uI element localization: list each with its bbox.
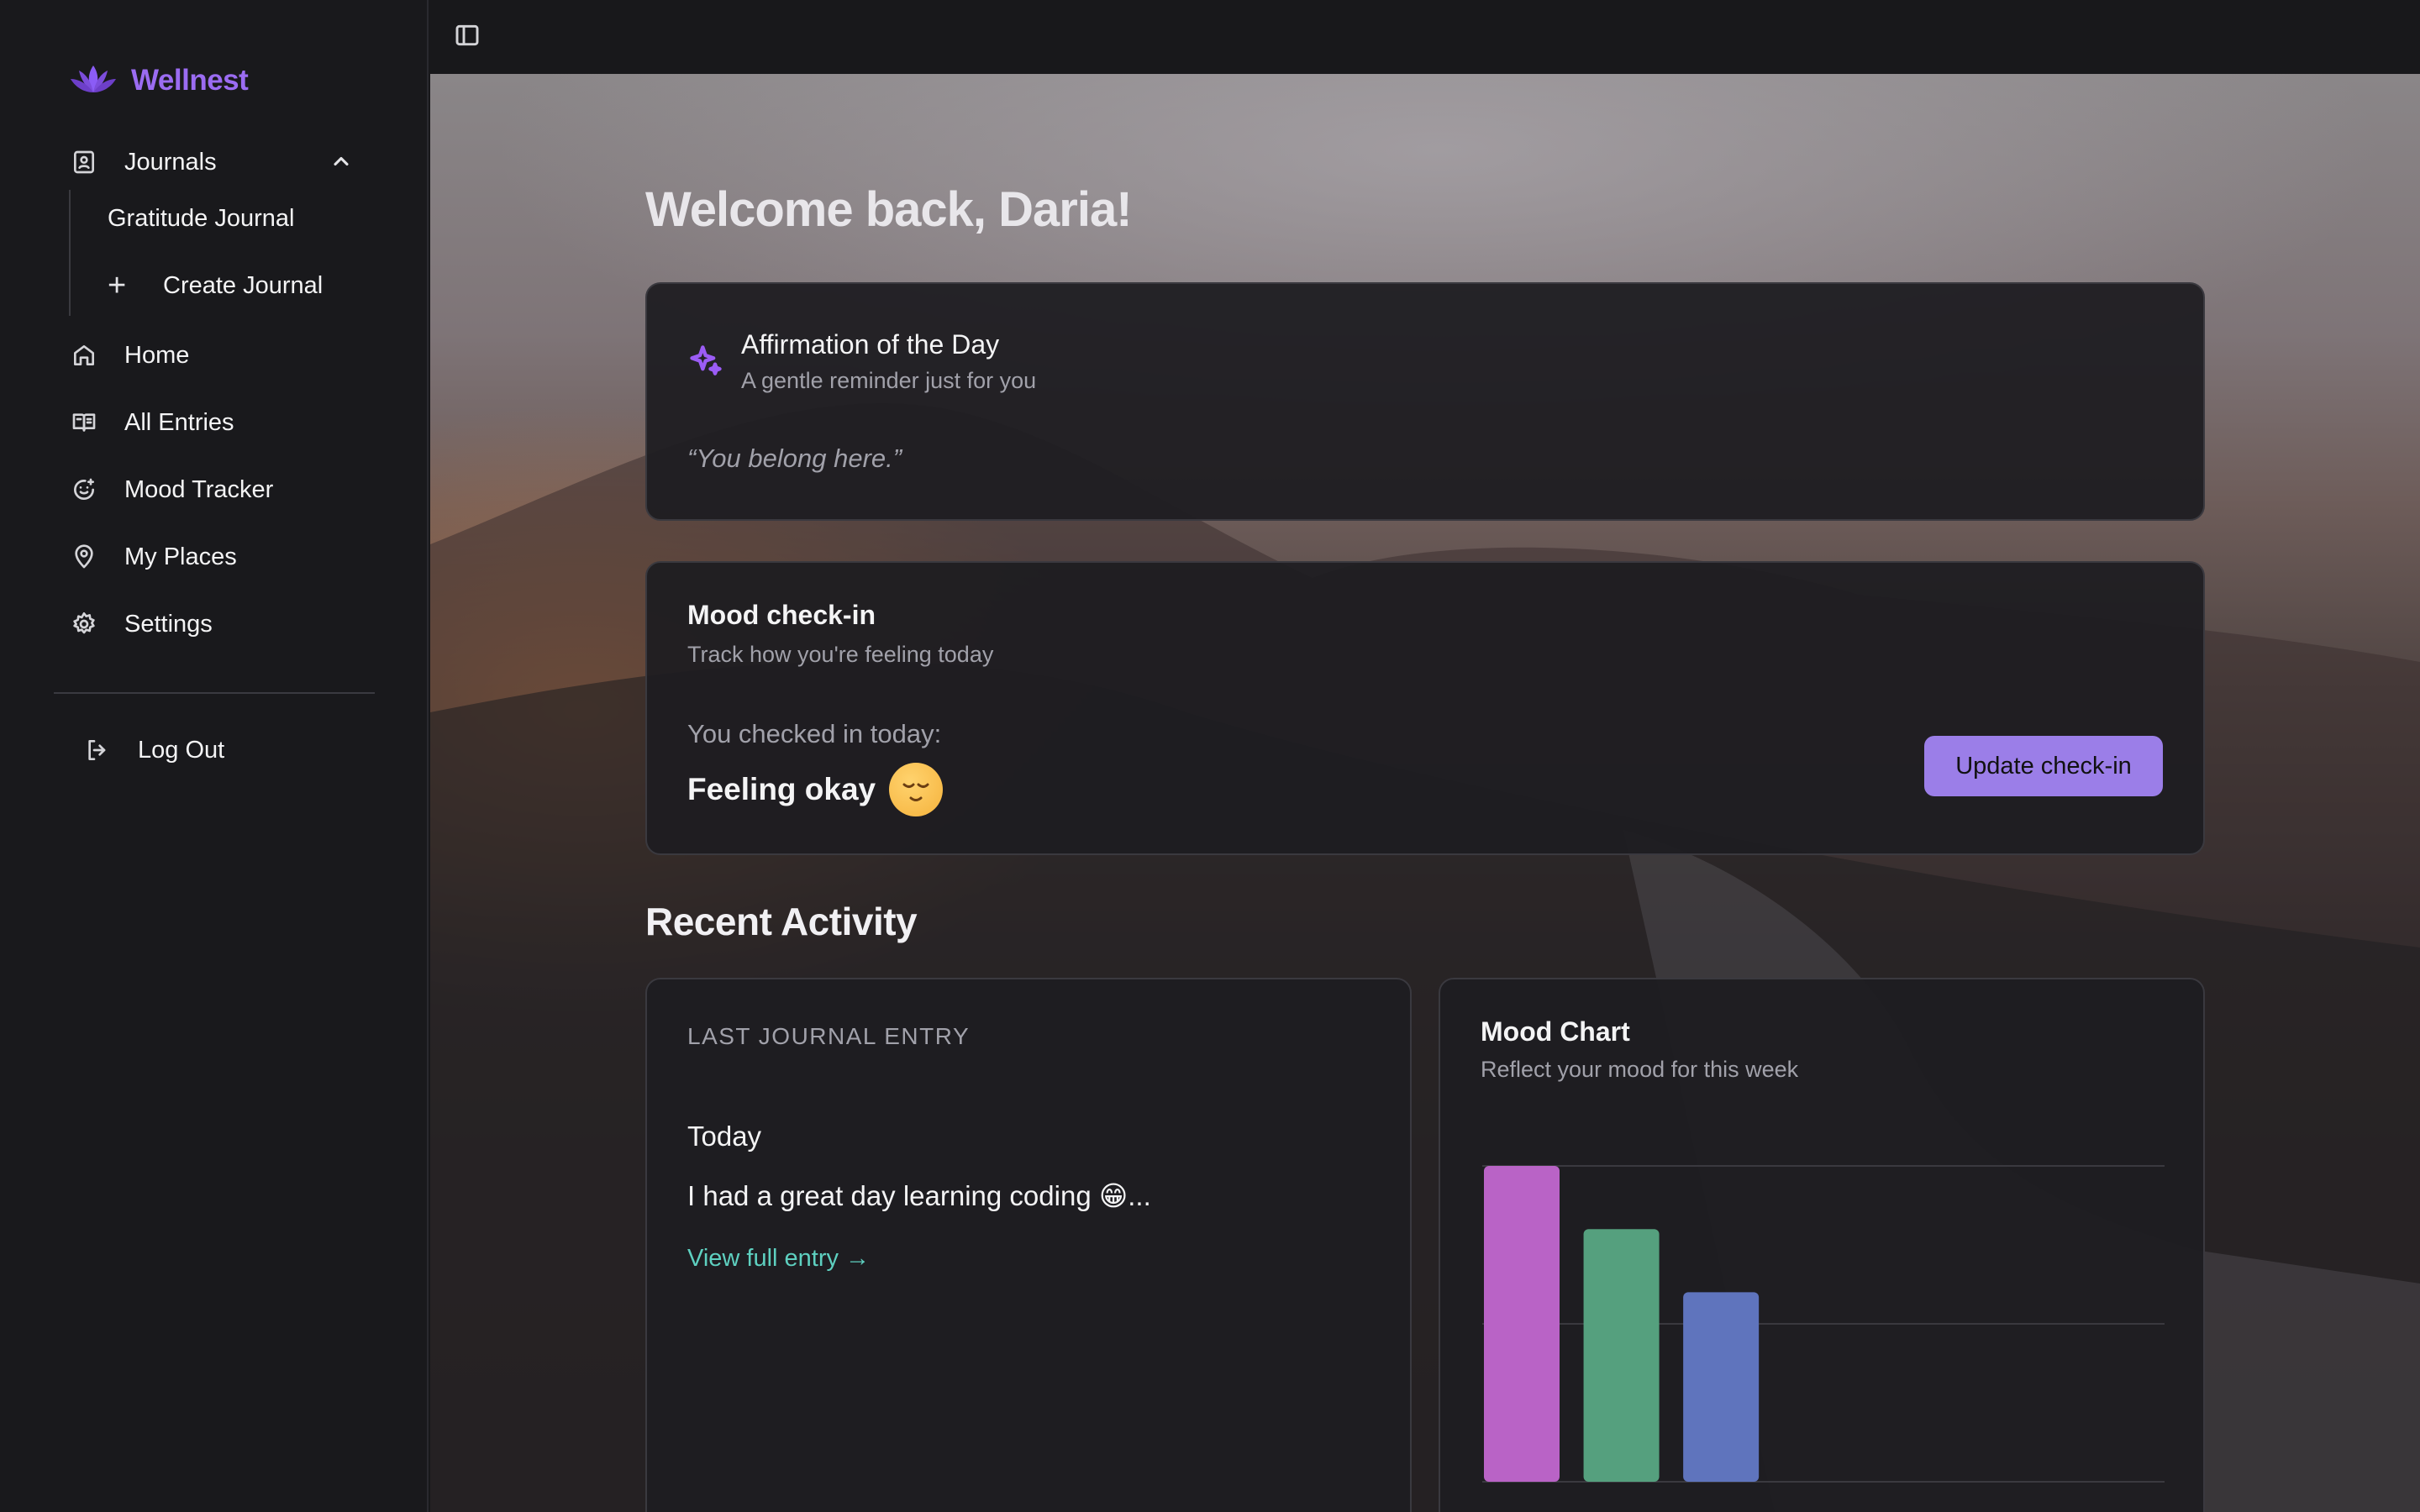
sidebar-item-home[interactable]: Home (71, 334, 189, 376)
create-journal-label: Create Journal (163, 271, 324, 299)
chart-bar-wed[interactable] (1683, 1292, 1760, 1482)
sidebar-divider (54, 692, 375, 694)
mood-icon (71, 473, 104, 507)
chevron-up-icon[interactable] (329, 150, 360, 180)
journal-icon (71, 145, 104, 179)
sidebar-item-label: Mood Tracker (124, 475, 274, 503)
view-full-entry-link[interactable]: View full entry → (687, 1245, 870, 1273)
affirmation-card: Affirmation of the Day A gentle reminder… (645, 282, 2205, 521)
last-entry-date: Today (687, 1121, 762, 1152)
sidebar-item-label: Home (124, 341, 190, 369)
mood-checkin-subtitle: Track how you're feeling today (687, 642, 994, 667)
mood-checkin-title: Mood check-in (687, 600, 876, 630)
last-entry-text: I had a great day learning coding 😁... (687, 1180, 1151, 1211)
sidebar-item-label: All Entries (124, 408, 234, 436)
mood-value-text: Feeling okay (687, 772, 876, 806)
map-pin-icon (71, 540, 104, 574)
affirmation-subtitle: A gentle reminder just for you (741, 368, 1037, 393)
mood-checkin-card: Mood check-in Track how you're feeling t… (645, 561, 2205, 855)
mood-status-label: You checked in today: (687, 719, 942, 748)
update-checkin-button[interactable]: Update check-in (1924, 736, 2163, 796)
sidebar-item-my-places[interactable]: My Places (71, 536, 237, 578)
gear-icon (71, 607, 104, 641)
sidebar-item-mood-tracker[interactable]: Mood Tracker (71, 469, 273, 511)
relieved-face-emoji-icon (889, 763, 944, 816)
sidebar-subitem-gratitude-journal[interactable]: Gratitude Journal (108, 200, 294, 237)
sidebar-item-settings[interactable]: Settings (71, 603, 213, 645)
plus-icon: + (108, 268, 127, 303)
sidebar-item-all-entries[interactable]: All Entries (71, 402, 234, 444)
mood-chart: MonTueWedThuFriSatSun (1482, 1165, 2165, 1483)
chart-bar-mon[interactable] (1484, 1166, 1560, 1482)
lotus-logo-icon (69, 60, 118, 102)
mood-chart-subtitle: Reflect your mood for this week (1481, 1057, 1799, 1082)
home-icon (71, 339, 104, 372)
brand-name: Wellnest (131, 64, 249, 97)
sidebar-item-label: Settings (124, 610, 213, 638)
submenu-line (69, 190, 71, 316)
last-entry-card: Last Journal Entry Today I had a great d… (645, 978, 1412, 1512)
mood-status: Feeling okay (687, 763, 944, 816)
top-bar (430, 0, 2420, 74)
sidebar-item-label: My Places (124, 543, 237, 570)
logout-label: Log Out (138, 736, 225, 764)
affirmation-quote: “You belong here.” (687, 444, 902, 473)
recent-activity-heading: Recent Activity (645, 900, 918, 943)
mood-chart-card: Mood Chart Reflect your mood for this we… (1439, 978, 2205, 1512)
book-open-icon (71, 406, 104, 439)
last-entry-heading: Last Journal Entry (687, 1023, 971, 1049)
sidebar-toggle-icon[interactable] (454, 22, 484, 52)
logout-button[interactable]: Log Out (84, 729, 224, 771)
welcome-heading: Welcome back, Daria! (645, 182, 1133, 237)
sidebar-item-journals[interactable]: Journals (71, 141, 217, 183)
logout-icon (84, 733, 118, 767)
brand[interactable]: Wellnest (69, 60, 249, 102)
mood-chart-title: Mood Chart (1481, 1016, 1630, 1047)
chart-bar-tue[interactable] (1583, 1229, 1660, 1482)
sparkles-icon (687, 343, 724, 380)
affirmation-title: Affirmation of the Day (741, 329, 1000, 360)
create-journal-button[interactable]: + Create Journal (108, 267, 323, 304)
sidebar-item-label: Journals (124, 148, 217, 176)
sidebar: Wellnest Journals Gratitude Journal + Cr… (0, 0, 429, 1512)
main-content: Welcome back, Daria! Affirmation of the … (430, 74, 2420, 1512)
